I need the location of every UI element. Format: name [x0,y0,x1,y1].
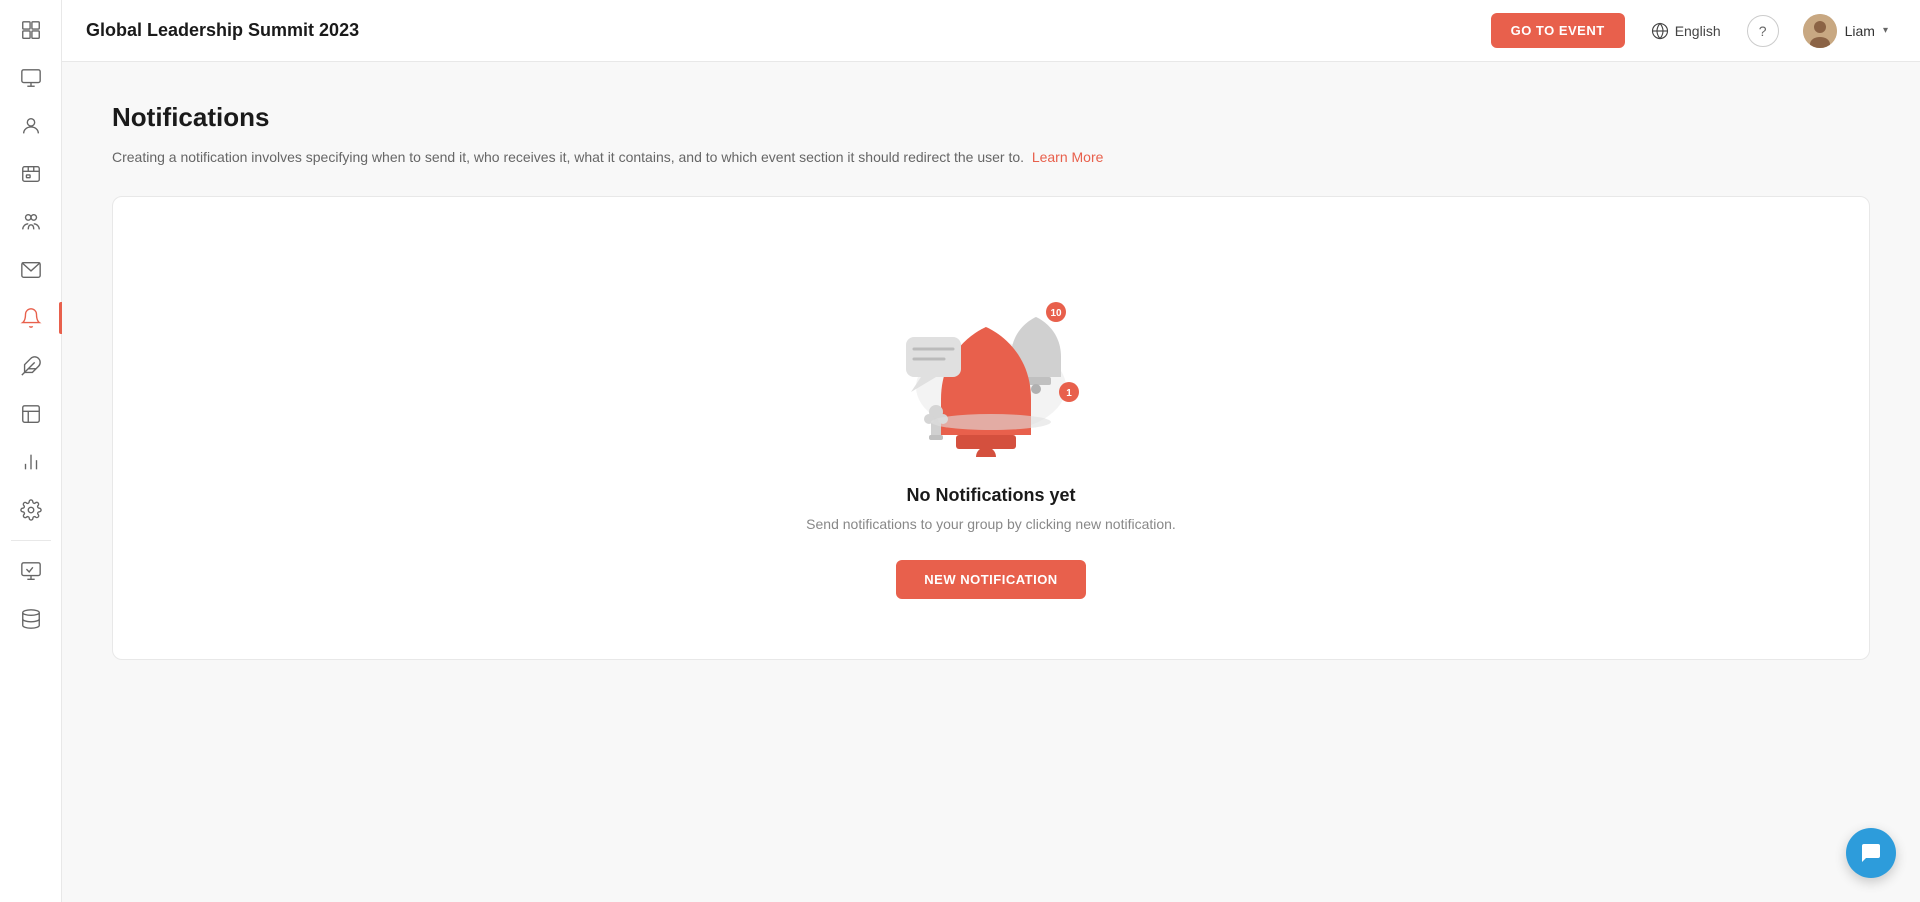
page-description: Creating a notification involves specify… [112,147,1870,168]
help-button[interactable]: ? [1747,15,1779,47]
sidebar [0,0,62,902]
chat-bubble-button[interactable] [1846,828,1896,878]
sidebar-item-sessions[interactable] [9,152,53,196]
header: Global Leadership Summit 2023 GO TO EVEN… [62,0,1920,62]
sidebar-item-monitor[interactable] [9,56,53,100]
sidebar-item-email[interactable] [9,248,53,292]
language-label: English [1675,23,1721,39]
content-area: Notifications Creating a notification in… [62,62,1920,902]
user-name: Liam [1845,23,1875,39]
sidebar-item-analytics[interactable] [9,440,53,484]
sidebar-item-person[interactable] [9,104,53,148]
sidebar-item-notifications[interactable] [9,296,53,340]
sidebar-item-team[interactable] [9,200,53,244]
page-title: Notifications [112,102,1870,133]
sidebar-item-puzzle[interactable] [9,344,53,388]
main-area: Global Leadership Summit 2023 GO TO EVEN… [62,0,1920,902]
svg-text:10: 10 [1050,308,1062,319]
sidebar-divider [11,540,51,541]
chat-icon [1859,841,1883,865]
sidebar-item-layout[interactable] [9,392,53,436]
sidebar-item-settings[interactable] [9,488,53,532]
avatar [1803,14,1837,48]
globe-icon [1651,22,1669,40]
new-notification-button[interactable]: NEW NOTIFICATION [896,560,1085,599]
language-selector[interactable]: English [1641,16,1731,46]
svg-text:1: 1 [1066,388,1072,399]
user-menu-button[interactable]: Liam ▾ [1795,10,1896,52]
sidebar-item-monitor2[interactable] [9,549,53,593]
empty-state-card: 10 [112,196,1870,660]
empty-title: No Notifications yet [906,485,1075,506]
go-to-event-button[interactable]: GO TO EVENT [1491,13,1625,48]
empty-subtitle: Send notifications to your group by clic… [806,516,1176,532]
chevron-down-icon: ▾ [1883,25,1888,36]
sidebar-item-dashboard[interactable] [9,8,53,52]
sidebar-item-database[interactable] [9,597,53,641]
learn-more-link[interactable]: Learn More [1032,149,1104,165]
header-title: Global Leadership Summit 2023 [86,20,1475,41]
notification-illustration: 10 [881,257,1101,457]
